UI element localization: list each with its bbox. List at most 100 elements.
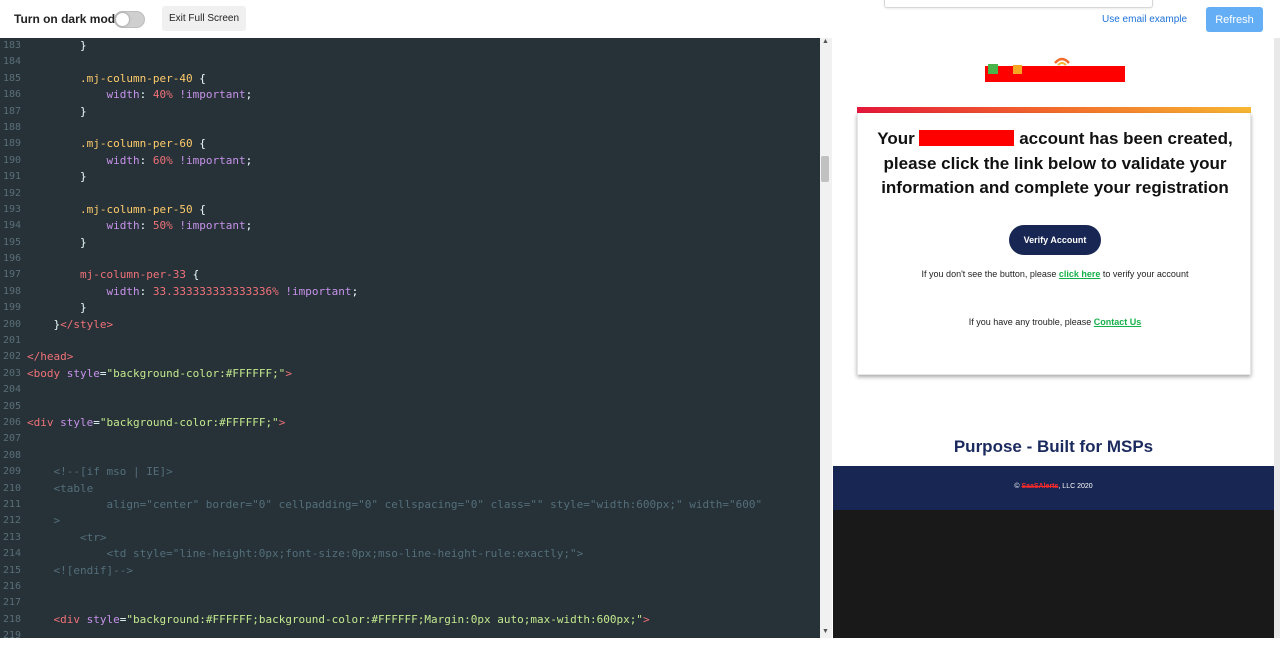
email-input[interactable] bbox=[884, 0, 1153, 8]
code-token: 40% bbox=[152, 88, 173, 102]
code-token: <body bbox=[27, 366, 61, 380]
line-number: 215 bbox=[3, 564, 22, 576]
code-line[interactable]: 188 bbox=[0, 120, 820, 136]
code-line[interactable]: 216 bbox=[0, 579, 820, 595]
code-token: "background-color:#FFFFFF;" bbox=[99, 415, 279, 429]
code-line[interactable]: 193 .mj-column-per-50 { bbox=[0, 202, 820, 218]
scroll-up-arrow-icon[interactable]: ▲ bbox=[822, 38, 829, 45]
code-token: ; bbox=[245, 219, 253, 233]
scrollbar-thumb[interactable] bbox=[821, 156, 829, 182]
code-token: } bbox=[27, 235, 87, 249]
trouble-note: If you have any trouble, please Contact … bbox=[858, 317, 1252, 327]
code-line[interactable]: 200 }</style> bbox=[0, 317, 820, 333]
code-token: { bbox=[185, 268, 200, 282]
line-number: 187 bbox=[3, 105, 22, 117]
code-line[interactable]: 192 bbox=[0, 186, 820, 202]
code-line[interactable]: 201 bbox=[0, 333, 820, 349]
top-toolbar: Turn on dark mode Exit Full Screen Use e… bbox=[0, 0, 1280, 38]
code-token: } bbox=[27, 317, 61, 331]
code-line[interactable]: 196 bbox=[0, 251, 820, 267]
line-number: 185 bbox=[3, 72, 22, 84]
verify-account-button[interactable]: Verify Account bbox=[1009, 225, 1101, 255]
trouble-note-text: If you have any trouble, please bbox=[968, 317, 1094, 327]
preview-empty-area bbox=[833, 510, 1274, 638]
code-text: <div style="background:#FFFFFF;backgroun… bbox=[27, 612, 650, 628]
code-line[interactable]: 189 .mj-column-per-60 { bbox=[0, 136, 820, 152]
code-text: </head> bbox=[27, 349, 73, 365]
code-line[interactable]: 207 bbox=[0, 431, 820, 447]
code-token: !important bbox=[278, 284, 352, 298]
code-line[interactable]: 195 } bbox=[0, 235, 820, 251]
preview-scrollbar[interactable] bbox=[1274, 38, 1280, 638]
line-number: 184 bbox=[3, 56, 22, 68]
code-token: : bbox=[139, 284, 153, 298]
code-line[interactable]: 190 width: 60% !important; bbox=[0, 153, 820, 169]
code-token: 60% bbox=[152, 153, 173, 167]
code-token: : bbox=[139, 153, 153, 167]
code-token: <div bbox=[53, 612, 81, 626]
dark-mode-toggle[interactable] bbox=[114, 11, 145, 28]
code-token: { bbox=[192, 202, 206, 216]
click-here-link[interactable]: click here bbox=[1059, 269, 1101, 279]
preview-body: Your account has been created, please cl… bbox=[833, 38, 1274, 466]
code-token: > bbox=[285, 366, 292, 380]
code-token: </head> bbox=[27, 350, 74, 364]
code-editor[interactable]: 183 } 184 185 .mj-column-per-40 {186 width… bbox=[0, 38, 820, 638]
code-line[interactable]: 206 <div style="background-color:#FFFFFF;… bbox=[0, 415, 820, 431]
line-number: 195 bbox=[3, 236, 22, 248]
code-line[interactable]: 217 bbox=[0, 595, 820, 611]
code-line[interactable]: 215 <![endif]--> bbox=[0, 563, 820, 579]
contact-us-link[interactable]: Contact Us bbox=[1094, 317, 1142, 327]
code-line[interactable]: 202 </head> bbox=[0, 349, 820, 365]
code-line[interactable]: 211 align="center" border="0" cellpaddin… bbox=[0, 497, 820, 513]
code-text: } bbox=[27, 300, 87, 316]
code-line[interactable]: 187 } bbox=[0, 104, 820, 120]
code-line[interactable]: 214 <td style="line-height:0px;font-size… bbox=[0, 546, 820, 562]
code-text: } bbox=[27, 235, 87, 251]
code-line[interactable]: 199 } bbox=[0, 300, 820, 316]
line-number: 196 bbox=[3, 253, 22, 265]
copyright-text: © SaaSAlerts, LLC 2020 bbox=[833, 483, 1274, 490]
code-token: <tr> bbox=[27, 530, 107, 544]
refresh-button[interactable]: Refresh bbox=[1206, 7, 1263, 32]
line-number: 203 bbox=[3, 367, 22, 379]
code-text: }</style> bbox=[27, 317, 113, 333]
redacted-name bbox=[919, 130, 1015, 146]
code-line[interactable]: 191 } bbox=[0, 169, 820, 185]
code-line[interactable]: 205 bbox=[0, 399, 820, 415]
fallback-note-text: If you don't see the button, please bbox=[921, 269, 1059, 279]
code-token: <td style="line-height:0px;font-size:0px… bbox=[27, 547, 584, 561]
code-line[interactable]: 212 > bbox=[0, 513, 820, 529]
code-line[interactable]: 203 <body style="background-color:#FFFFFF… bbox=[0, 366, 820, 382]
code-line[interactable]: 183 } bbox=[0, 38, 820, 54]
code-line[interactable]: 204 bbox=[0, 382, 820, 398]
code-line[interactable]: 219 bbox=[0, 628, 820, 638]
code-line[interactable]: 194 width: 50% !important; bbox=[0, 218, 820, 234]
code-line[interactable]: 198 width: 33.333333333333336% !importan… bbox=[0, 284, 820, 300]
code-line[interactable]: 210 <table bbox=[0, 481, 820, 497]
code-line[interactable]: 208 bbox=[0, 448, 820, 464]
line-number: 211 bbox=[3, 498, 22, 510]
line-number: 209 bbox=[3, 466, 22, 478]
code-line[interactable]: 185 .mj-column-per-40 { bbox=[0, 71, 820, 87]
code-token: !important bbox=[172, 88, 246, 102]
line-number: 201 bbox=[3, 335, 22, 347]
scroll-down-arrow-icon[interactable]: ▼ bbox=[822, 628, 829, 635]
code-line[interactable]: 184 bbox=[0, 54, 820, 70]
code-text: <div style="background-color:#FFFFFF;"> bbox=[27, 415, 285, 431]
editor-scrollbar[interactable] bbox=[820, 38, 832, 638]
company-logo-icon bbox=[985, 57, 1125, 82]
code-line[interactable]: 197 mj-column-per-33 { bbox=[0, 267, 820, 283]
code-line[interactable]: 186 width: 40% !important; bbox=[0, 87, 820, 103]
code-token: : bbox=[139, 219, 153, 233]
exit-full-screen-button[interactable]: Exit Full Screen bbox=[162, 6, 246, 31]
code-line[interactable]: 213 <tr> bbox=[0, 530, 820, 546]
code-line[interactable]: 218 <div style="background:#FFFFFF;backg… bbox=[0, 612, 820, 628]
code-token: width bbox=[106, 153, 140, 167]
use-email-example-link[interactable]: Use email example bbox=[1102, 14, 1187, 25]
line-number: 206 bbox=[3, 416, 22, 428]
code-line[interactable]: 209 <!--[if mso | IE]> bbox=[0, 464, 820, 480]
